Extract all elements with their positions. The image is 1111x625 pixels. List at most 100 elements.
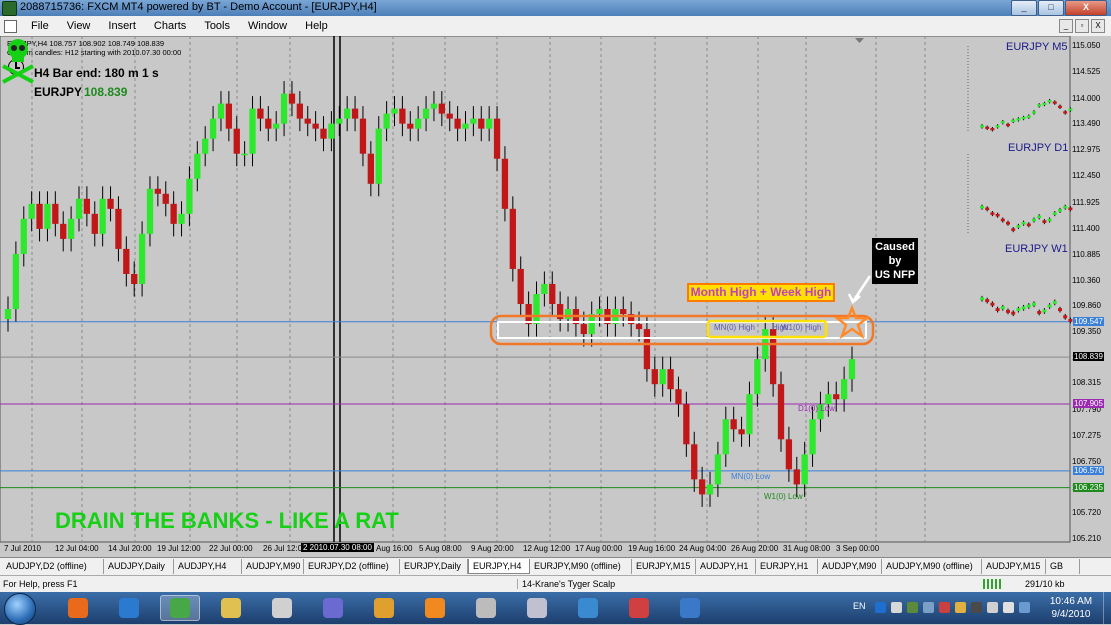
price-axis-label: 111.400 [1072,223,1100,233]
mdi-restore-button[interactable]: ▫ [1075,19,1089,33]
clock-date: 9/4/2010 [1051,609,1091,620]
taskbar-clock[interactable]: 10:46 AM 9/4/2010 [1048,595,1094,621]
mini-d1-candle-body [995,213,1000,217]
start-button[interactable] [4,593,36,625]
help-icon[interactable] [875,602,886,613]
mini-d1-candle-body [1063,205,1068,209]
mdi-minimize-button[interactable]: _ [1059,19,1073,33]
explorer-icon[interactable] [211,595,251,621]
candle-body [738,429,745,435]
candle-body [754,359,761,395]
candle-body [415,118,422,129]
tray-shield-icon[interactable] [955,602,966,613]
chart-tab[interactable]: AUDJPY,Daily [104,559,174,574]
menu-window[interactable]: Window [239,19,296,33]
mdi-close-button[interactable]: X [1091,19,1105,33]
folder-icon[interactable] [364,595,404,621]
explorer-icon-glyph [221,598,241,618]
chart-tab[interactable]: AUDJPY,M90 [242,559,304,574]
maximize-button[interactable]: □ [1038,0,1064,16]
candle-body [407,123,414,129]
paint-icon[interactable] [313,595,353,621]
candle-body [399,108,406,124]
mini-w1-candle-body [1042,309,1047,313]
candle-body [186,178,193,214]
media-icon[interactable] [262,595,302,621]
candle-body [659,369,666,385]
metatrader-icon[interactable] [160,595,200,621]
chart-tab[interactable]: AUDJPY,D2 (offline) [2,559,104,574]
chart-tab[interactable]: AUDJPY,M90 [818,559,882,574]
candle-body [785,439,793,470]
volume-icon[interactable] [1003,602,1014,613]
candle-body [683,404,690,445]
candle-body [359,118,367,154]
menu-insert[interactable]: Insert [99,19,145,33]
show-desktop-button[interactable] [1103,592,1111,624]
app2-icon[interactable] [109,595,149,621]
window-controls: _ □ X [1011,0,1107,16]
chart-tab[interactable]: EURJPY,H4 [468,559,530,574]
chart-tab[interactable]: EURJPY,M15 [632,559,696,574]
app-icon[interactable] [2,1,17,16]
chart-canvas[interactable] [0,36,1111,557]
palette-icon[interactable] [517,595,557,621]
menu-tools[interactable]: Tools [195,19,239,33]
tray-extra-icon[interactable] [1019,602,1030,613]
price-chart[interactable]: EURJPY,H4 108.757 108.902 108.749 108.83… [0,36,1111,557]
itunes-icon[interactable] [568,595,608,621]
price-axis-label: 114.000 [1072,93,1101,103]
battery-icon[interactable] [971,602,982,613]
candle-body [312,123,319,129]
candle-body [12,253,20,310]
monitor-icon[interactable] [923,602,934,613]
chart-tab[interactable]: EURJPY,Daily [400,559,468,574]
menu-file[interactable]: File [22,19,58,33]
orb-icon[interactable] [415,595,455,621]
mini-m5-candle-body [1000,121,1005,124]
candle-body [801,454,808,485]
chart-tab[interactable]: AUDJPY,H4 [174,559,242,574]
candle-body [501,158,509,209]
candle-body [643,329,651,370]
mini-w1-candle-body [1021,306,1026,310]
mini-d1-candle-body [1052,212,1057,215]
mini-m5-candle-body [1047,100,1052,103]
chart-tab[interactable]: AUDJPY,M90 (offline) [882,559,982,574]
price-axis-label: 114.525 [1072,67,1101,77]
document-icon[interactable] [4,20,17,33]
tool-icon[interactable] [619,595,659,621]
chart-tab[interactable]: EURJPY,M90 (offline) [530,559,632,574]
chart-tab[interactable]: EURJPY,H1 [756,559,818,574]
mini-w1-candle-body [1047,304,1052,308]
menu-view[interactable]: View [58,19,100,33]
firefox-icon[interactable] [58,595,98,621]
network-icon[interactable] [987,602,998,613]
candle-body [280,93,288,124]
candle-body [304,118,311,124]
candle-body [170,203,177,224]
tray-app-icon[interactable] [907,602,918,613]
chart-tab[interactable]: AUDJPY,M15 [982,559,1046,574]
candle-body [462,123,469,129]
menu-charts[interactable]: Charts [145,19,195,33]
mini-d1-candle-body [1021,221,1026,225]
chart-tab[interactable]: EURJPY,D2 (offline) [304,559,400,574]
candle-body [83,198,91,214]
close-button[interactable]: X [1065,0,1107,16]
language-indicator[interactable]: EN [853,601,866,611]
candle-body [470,118,477,124]
palette-icon-glyph [527,598,547,618]
menu-help[interactable]: Help [296,19,337,33]
calculator-icon[interactable] [466,595,506,621]
chart-tab[interactable]: AUDJPY,H1 [696,559,756,574]
time-axis-label: 3 Sep 00:00 [836,544,880,553]
arrow-icon[interactable] [891,602,902,613]
minimize-button[interactable]: _ [1011,0,1037,16]
folder-icon-glyph [374,598,394,618]
chart-tab[interactable]: GB [1046,559,1080,574]
thunderbird-icon[interactable] [670,595,710,621]
candle-body [162,193,169,204]
tray-alert-icon[interactable] [939,602,950,613]
bar-end-timer: H4 Bar end: 180 m 1 s [34,66,159,80]
